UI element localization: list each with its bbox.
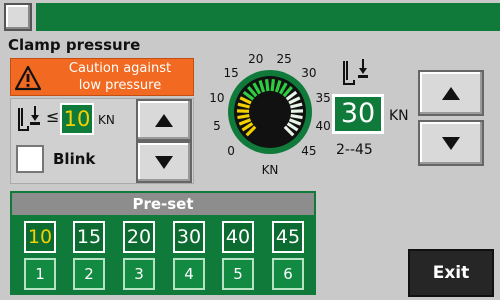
preset-index-button[interactable]: 6	[272, 258, 304, 290]
preset-value-button[interactable]: 20	[123, 221, 155, 253]
gauge-tick-label: 20	[248, 52, 263, 66]
warning-text: Caution against low pressure	[47, 60, 193, 94]
arrow-down-icon	[442, 136, 460, 150]
clamp-icon	[343, 59, 368, 85]
gauge-tick-label: 15	[223, 66, 238, 80]
gauge-unit: KN	[262, 163, 279, 177]
preset-index-button[interactable]: 5	[222, 258, 254, 290]
preset-value-button[interactable]: 15	[73, 221, 105, 253]
arrow-down-icon	[155, 155, 173, 169]
preset-index-button[interactable]: 3	[123, 258, 155, 290]
blink-checkbox[interactable]	[16, 145, 44, 173]
warning-text-line1: Caution against	[68, 61, 172, 76]
low-pressure-warning: Caution against low pressure	[10, 58, 194, 96]
threshold-up-button[interactable]	[136, 99, 192, 141]
preset-header: Pre-set	[12, 193, 314, 215]
pressure-up-button[interactable]	[418, 70, 484, 116]
threshold-value-field[interactable]: 10	[60, 103, 94, 135]
preset-value-button[interactable]: 45	[272, 221, 304, 253]
gauge-tick-label: 30	[301, 66, 316, 80]
blink-label: Blink	[53, 150, 96, 168]
gauge-segment	[265, 79, 270, 92]
warning-text-line2: low pressure	[78, 78, 162, 93]
gauge-tick-label: 35	[315, 91, 330, 105]
arrow-up-icon	[442, 86, 460, 100]
set-pressure-value[interactable]: 30	[332, 94, 384, 134]
arrow-up-icon	[155, 113, 173, 127]
threshold-down-button[interactable]	[136, 141, 192, 183]
warning-triangle-icon	[15, 65, 41, 91]
header-bar	[36, 3, 500, 31]
gauge-segment	[290, 114, 303, 120]
page-title: Clamp pressure	[8, 36, 141, 54]
gauge-tick-label: 5	[213, 119, 221, 133]
gauge-tick-label: 10	[209, 91, 224, 105]
pressure-gauge: 05 10 15 20 25 30 35 40 45 KN	[209, 52, 330, 177]
preset-value-button[interactable]: 30	[173, 221, 205, 253]
set-pressure-unit: KN	[389, 108, 409, 124]
menu-button[interactable]	[4, 3, 32, 31]
gauge-tick-label: 40	[315, 119, 330, 133]
clamp-icon	[18, 106, 40, 131]
preset-index-button[interactable]: 1	[24, 258, 56, 290]
preset-value-button[interactable]: 10	[24, 221, 56, 253]
pressure-down-button[interactable]	[418, 120, 484, 166]
threshold-unit: KN	[98, 113, 115, 127]
gauge-tick-label: 0	[227, 144, 235, 158]
pressure-range: 2--45	[336, 142, 373, 158]
preset-value-button[interactable]: 40	[222, 221, 254, 253]
exit-button[interactable]: Exit	[408, 249, 494, 297]
gauge-segment	[270, 79, 275, 92]
gauge-tick-label: 45	[301, 144, 316, 158]
preset-index-button[interactable]: 2	[73, 258, 105, 290]
less-equal-sign: ≤	[46, 107, 60, 126]
preset-index-button[interactable]: 4	[173, 258, 205, 290]
gauge-segment	[237, 114, 250, 120]
gauge-tick-label: 25	[277, 52, 292, 66]
